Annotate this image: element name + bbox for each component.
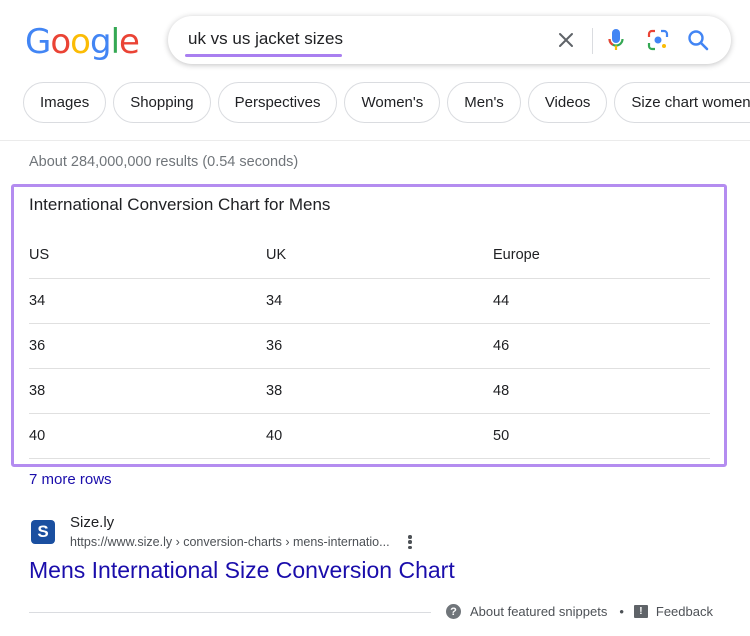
search-box[interactable]: uk vs us jacket sizes (168, 16, 731, 64)
table-cell: 40 (266, 413, 493, 459)
table-row: 34 34 44 (29, 278, 710, 324)
chip-videos[interactable]: Videos (527, 82, 608, 123)
google-logo[interactable]: Google (25, 22, 140, 62)
table-cell: 50 (493, 413, 710, 459)
table-cell: 48 (493, 368, 710, 414)
column-header-us: US (29, 233, 266, 279)
chip-perspectives[interactable]: Perspectives (217, 82, 338, 123)
more-options-icon[interactable] (404, 533, 416, 551)
chip-size-chart-womens[interactable]: Size chart women's (614, 82, 750, 123)
lens-camera-icon[interactable] (646, 28, 670, 52)
conversion-table: US UK Europe 34 34 44 36 36 46 38 38 48 … (29, 233, 710, 459)
result-title-link[interactable]: Mens International Size Conversion Chart (29, 557, 455, 584)
table-cell: 44 (493, 278, 710, 324)
query-underline-highlight (185, 54, 342, 57)
site-favicon[interactable]: S (31, 520, 55, 544)
search-divider (592, 28, 593, 54)
about-featured-snippets-link[interactable]: About featured snippets (470, 604, 607, 619)
table-row: 36 36 46 (29, 323, 710, 369)
search-icon[interactable] (686, 28, 710, 52)
table-cell: 40 (29, 413, 266, 459)
table-cell: 36 (29, 323, 266, 369)
logo-letter: e (119, 22, 140, 62)
table-cell: 46 (493, 323, 710, 369)
logo-letter: o (70, 22, 91, 62)
table-cell: 34 (29, 278, 266, 324)
table-row: 40 40 50 (29, 413, 710, 459)
results-stats: About 284,000,000 results (0.54 seconds) (29, 154, 299, 170)
filter-chips: Images Shopping Perspectives Women's Men… (23, 82, 750, 123)
table-header-row: US UK Europe (29, 233, 710, 279)
logo-letter: g (89, 22, 112, 62)
close-icon[interactable] (554, 28, 578, 52)
table-row: 38 38 48 (29, 368, 710, 414)
feedback-link[interactable]: Feedback (656, 604, 713, 619)
result-url[interactable]: https://www.size.ly › conversion-charts … (70, 535, 390, 549)
chip-mens[interactable]: Men's (447, 82, 521, 123)
snippet-title: International Conversion Chart for Mens (29, 195, 331, 214)
logo-letter: G (25, 22, 51, 62)
footer-separator: • (619, 604, 624, 619)
table-cell: 38 (29, 368, 266, 414)
help-icon: ? (446, 604, 461, 619)
chip-shopping[interactable]: Shopping (113, 82, 211, 123)
column-header-europe: Europe (493, 233, 710, 279)
footer-divider (29, 612, 431, 613)
snippet-footer: ? About featured snippets • ! Feedback (446, 604, 713, 619)
result-site-name[interactable]: Size.ly (70, 514, 114, 531)
column-header-uk: UK (266, 233, 493, 279)
logo-letter: o (50, 22, 71, 62)
more-rows-link[interactable]: 7 more rows (29, 471, 112, 488)
table-cell: 34 (266, 278, 493, 324)
feedback-icon: ! (633, 605, 648, 618)
logo-letter: l (110, 22, 121, 62)
microphone-icon[interactable] (604, 28, 628, 52)
header-divider (0, 140, 750, 141)
chip-images[interactable]: Images (23, 82, 107, 123)
table-cell: 36 (266, 323, 493, 369)
chip-womens[interactable]: Women's (344, 82, 441, 123)
table-cell: 38 (266, 368, 493, 414)
search-input[interactable]: uk vs us jacket sizes (188, 29, 343, 49)
